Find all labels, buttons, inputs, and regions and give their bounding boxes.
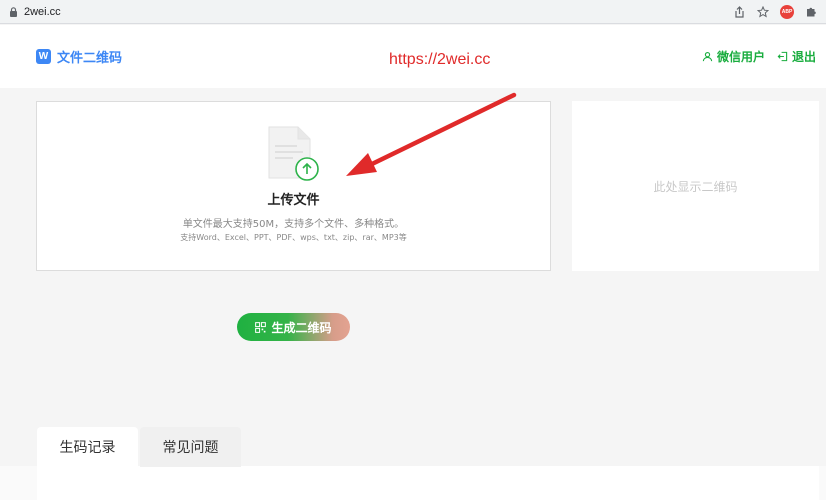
qr-placeholder: 此处显示二维码 [653,179,738,194]
tab-panel [37,466,819,500]
user-icon [702,52,713,62]
user-nav: 微信用户 退出 [702,48,816,65]
annotation-url: https://2wei.cc [389,51,491,68]
site-header: W 文件二维码 https://2wei.cc 微信用户 退出 [0,25,826,88]
upload-formats: 支持Word、Excel、PPT、PDF、wps、txt、zip、rar、MP3… [180,233,407,242]
upload-title: 上传文件 [267,193,320,208]
share-icon[interactable] [732,5,746,19]
generate-qr-button[interactable]: 生成二维码 [237,313,350,341]
site-logo[interactable]: W 文件二维码 [36,47,122,66]
extensions-icon[interactable] [804,5,818,19]
upload-hint: 单文件最大支持50M，支持多个文件、多种格式。 [182,219,405,230]
user-link[interactable]: 微信用户 [702,48,765,65]
generate-qr-label: 生成二维码 [271,320,332,335]
lock-icon [8,6,18,17]
logo-text: 文件二维码 [57,51,123,66]
browser-toolbar: 2wei.cc ABP [0,0,826,24]
star-icon[interactable] [756,5,770,19]
logout-label: 退出 [791,50,816,64]
logo-badge-icon: W [36,49,51,64]
adblock-icon[interactable]: ABP [780,4,794,19]
qr-preview-panel: 此处显示二维码 [572,101,819,271]
address-bar-url[interactable]: 2wei.cc [24,6,61,18]
qr-code-icon [255,321,267,333]
upload-file-icon [268,126,319,181]
tab-faq[interactable]: 常见问题 [140,427,241,467]
logout-link[interactable]: 退出 [777,48,816,65]
logout-icon [777,51,788,62]
browser-tools: ABP [732,4,818,19]
user-name: 微信用户 [716,50,765,64]
tab-generation-history[interactable]: 生码记录 [37,427,138,467]
upload-dropzone[interactable]: 上传文件 单文件最大支持50M，支持多个文件、多种格式。 支持Word、Exce… [36,101,551,271]
